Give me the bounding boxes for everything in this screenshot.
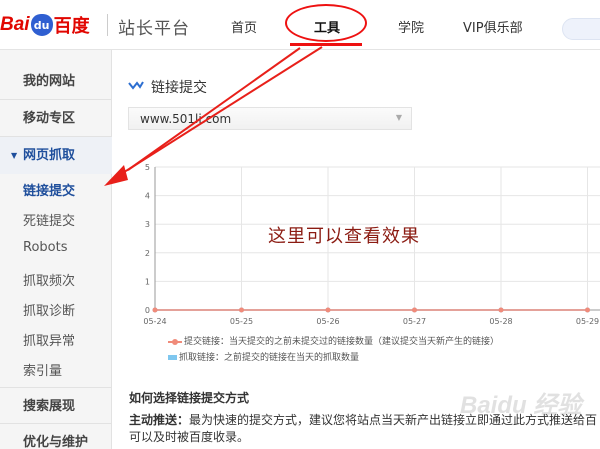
y-tick-label: 3 xyxy=(145,220,150,229)
y-tick-label: 2 xyxy=(145,249,150,258)
link-submit-chart: 0 1 2 3 4 5 05-24 05-25 05-26 05-27 05-28 05-29 xyxy=(143,163,600,326)
logo-text-cn: 百度 xyxy=(53,16,90,37)
sidebar-section-my-sites[interactable]: 我的网站 xyxy=(0,63,112,100)
x-tick-label: 05-26 xyxy=(316,317,339,326)
sidebar: 我的网站 移动专区 ▼ 网页抓取 链接提交 死链提交 Robots 抓取频次 抓… xyxy=(0,50,112,449)
sidebar-item-link-submit[interactable]: 链接提交 xyxy=(23,180,75,199)
x-tick-label: 05-27 xyxy=(403,317,426,326)
baidu-logo[interactable]: Bai du 百度 xyxy=(0,8,90,42)
active-push-text-line2: 可以及时被百度收录。 xyxy=(129,430,250,444)
how-to-choose-title: 如何选择链接提交方式 xyxy=(129,391,250,405)
series-point xyxy=(239,307,244,313)
series-point xyxy=(585,307,590,313)
legend-submit-label: 提交链接：当天提交的之前未提交过的链接数量（建议提交当天新产生的链接） xyxy=(184,337,500,347)
series-point xyxy=(498,307,504,313)
top-header: Bai du 百度 站长平台 首页 工具 学院 VIP俱乐部 xyxy=(0,0,600,50)
legend-crawl-label: 抓取链接：之前提交的链接在当天的抓取数量 xyxy=(179,353,360,363)
y-tick-label: 4 xyxy=(145,192,150,201)
sidebar-section-crawl[interactable]: ▼ 网页抓取 xyxy=(0,137,112,174)
nav-home[interactable]: 首页 xyxy=(231,17,257,36)
paw-icon: du xyxy=(30,14,53,36)
nav-tools-underline xyxy=(290,43,362,46)
page-root: Bai du 百度 站长平台 首页 工具 学院 VIP俱乐部 我的网站 移动专区… xyxy=(0,0,600,449)
series-point xyxy=(412,307,417,313)
y-tick-label: 1 xyxy=(145,277,150,286)
x-tick-label: 05-24 xyxy=(143,317,166,326)
caret-down-icon: ▼ xyxy=(11,151,18,160)
sidebar-item-crawl-frequency[interactable]: 抓取频次 xyxy=(23,270,75,289)
legend-line-marker-icon xyxy=(168,338,182,345)
legend-crawl-links[interactable]: 抓取链接：之前提交的链接在当天的抓取数量 xyxy=(168,350,359,363)
nav-tools[interactable]: 工具 xyxy=(314,17,340,36)
x-tick-label: 05-28 xyxy=(489,317,512,326)
x-tick-label: 05-29 xyxy=(576,317,599,326)
series-point xyxy=(152,307,158,313)
sidebar-item-robots[interactable]: Robots xyxy=(23,240,67,255)
sidebar-item-index[interactable]: 索引量 xyxy=(23,360,62,379)
series-point xyxy=(325,307,331,313)
sidebar-item-crawl-error[interactable]: 抓取异常 xyxy=(23,330,75,349)
sidebar-item-crawl-diagnosis[interactable]: 抓取诊断 xyxy=(23,300,75,319)
sidebar-item-deadlink[interactable]: 死链提交 xyxy=(23,210,75,229)
sidebar-section-crawl-label: 网页抓取 xyxy=(23,148,76,163)
logo-divider xyxy=(107,14,108,36)
nav-academy[interactable]: 学院 xyxy=(398,17,424,36)
y-tick-label: 5 xyxy=(145,163,150,172)
sidebar-section-mobile[interactable]: 移动专区 xyxy=(0,100,112,137)
x-tick-label: 05-25 xyxy=(230,317,253,326)
nav-vip-club[interactable]: VIP俱乐部 xyxy=(463,17,523,36)
sidebar-section-optimize[interactable]: 优化与维护 xyxy=(0,424,112,449)
y-tick-label: 0 xyxy=(145,306,150,315)
active-push-lead: 主动推送： xyxy=(129,413,190,427)
header-search-input[interactable] xyxy=(562,18,600,40)
annotation-text: 这里可以查看效果 xyxy=(268,226,420,247)
logo-text-bai: Bai xyxy=(0,14,30,35)
legend-submit-links[interactable]: 提交链接：当天提交的之前未提交过的链接数量（建议提交当天新产生的链接） xyxy=(168,334,499,347)
legend-square-marker-icon xyxy=(168,355,177,360)
sidebar-section-search-display[interactable]: 搜索展现 xyxy=(0,387,112,424)
watermark: Baidu 经验 xyxy=(460,392,582,419)
site-title: 站长平台 xyxy=(118,19,190,39)
